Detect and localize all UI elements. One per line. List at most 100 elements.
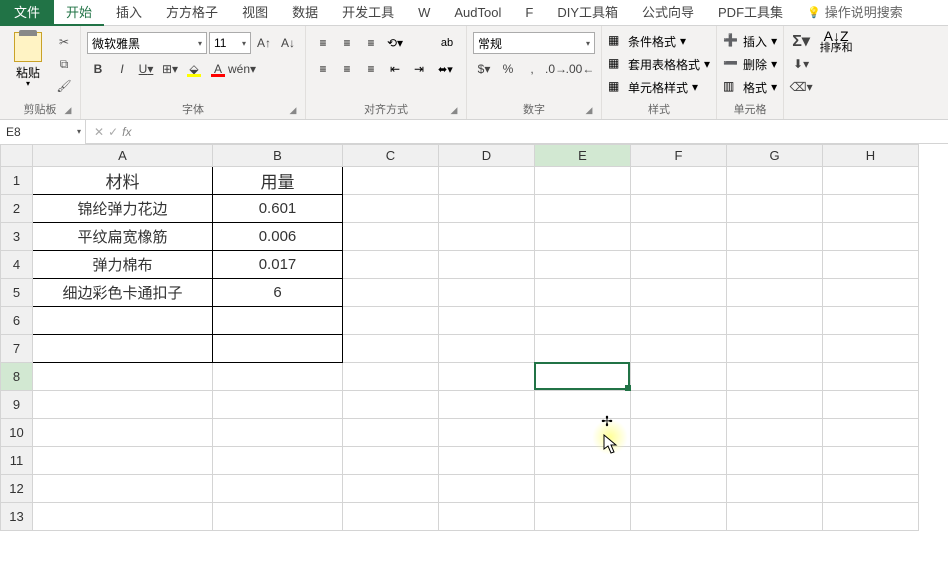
borders-button[interactable]: ⊞▾ [159,58,181,80]
cell-C5[interactable] [343,279,439,307]
cell-B6[interactable] [213,307,343,335]
cell-A1[interactable]: 材料 [33,167,213,195]
column-header-B[interactable]: B [213,145,343,167]
cell-H2[interactable] [823,195,919,223]
name-box[interactable]: E8▾ [0,120,86,144]
row-header-7[interactable]: 7 [1,335,33,363]
cell-D4[interactable] [439,251,535,279]
cell-F4[interactable] [631,251,727,279]
tab-audtool[interactable]: AudTool [442,0,513,26]
decrease-decimal-button[interactable]: .00← [569,58,591,80]
paste-button[interactable]: 粘贴 ▾ [6,28,50,88]
column-header-D[interactable]: D [439,145,535,167]
delete-cells-button[interactable]: ➖删除 ▾ [723,53,777,75]
tab-f[interactable]: F [513,0,545,26]
cell-F12[interactable] [631,475,727,503]
cell-F13[interactable] [631,503,727,531]
dialog-launcher-icon[interactable]: ◢ [583,105,595,117]
tab-developer[interactable]: 开发工具 [330,0,406,26]
cell-A3[interactable]: 平纹扁宽橡筋 [33,223,213,251]
cell-C1[interactable] [343,167,439,195]
cell-H10[interactable] [823,419,919,447]
cell-A6[interactable] [33,307,213,335]
cancel-formula-button[interactable]: ✕ [94,125,104,139]
tab-view[interactable]: 视图 [230,0,280,26]
tell-me[interactable]: 操作说明搜索 [795,0,915,26]
tab-data[interactable]: 数据 [280,0,330,26]
dialog-launcher-icon[interactable]: ◢ [287,105,299,117]
cell-B4[interactable]: 0.017 [213,251,343,279]
align-left-button[interactable]: ≡ [312,58,334,80]
row-header-2[interactable]: 2 [1,195,33,223]
tab-fangfanggezi[interactable]: 方方格子 [154,0,230,26]
column-header-F[interactable]: F [631,145,727,167]
cell-D5[interactable] [439,279,535,307]
tab-diy[interactable]: DIY工具箱 [545,0,630,26]
tab-formula-guide[interactable]: 公式向导 [630,0,706,26]
cell-C6[interactable] [343,307,439,335]
increase-indent-button[interactable]: ⇥ [408,58,430,80]
cell-G11[interactable] [727,447,823,475]
cell-A7[interactable] [33,335,213,363]
cell-A9[interactable] [33,391,213,419]
cell-D7[interactable] [439,335,535,363]
orientation-button[interactable]: ⟲▾ [384,32,406,54]
row-header-9[interactable]: 9 [1,391,33,419]
sort-filter-button[interactable]: A↓Z 排序和 [816,28,856,54]
fx-icon[interactable]: fx [122,125,131,139]
cell-E7[interactable] [535,335,631,363]
insert-cells-button[interactable]: ➕插入 ▾ [723,30,777,52]
cell-C2[interactable] [343,195,439,223]
cell-H3[interactable] [823,223,919,251]
cell-H4[interactable] [823,251,919,279]
cell-A10[interactable] [33,419,213,447]
row-header-5[interactable]: 5 [1,279,33,307]
row-header-10[interactable]: 10 [1,419,33,447]
increase-decimal-button[interactable]: .0→ [545,58,567,80]
font-name-combo[interactable]: 微软雅黑▾ [87,32,207,54]
cell-E10[interactable] [535,419,631,447]
cut-button[interactable]: ✂ [54,32,74,52]
formula-input[interactable] [139,121,948,143]
column-header-G[interactable]: G [727,145,823,167]
number-format-combo[interactable]: 常规▾ [473,32,595,54]
cell-H8[interactable] [823,363,919,391]
cell-G9[interactable] [727,391,823,419]
cell-E3[interactable] [535,223,631,251]
cell-F8[interactable] [631,363,727,391]
cell-G13[interactable] [727,503,823,531]
enter-formula-button[interactable]: ✓ [108,125,118,139]
conditional-formatting-button[interactable]: ▦条件格式 ▾ [608,30,710,52]
cell-D8[interactable] [439,363,535,391]
bold-button[interactable]: B [87,58,109,80]
cell-B12[interactable] [213,475,343,503]
cell-G6[interactable] [727,307,823,335]
cell-D12[interactable] [439,475,535,503]
cell-E9[interactable] [535,391,631,419]
cell-D6[interactable] [439,307,535,335]
cell-E8[interactable] [535,363,631,391]
cell-A13[interactable] [33,503,213,531]
percent-button[interactable]: % [497,58,519,80]
align-right-button[interactable]: ≡ [360,58,382,80]
tab-pdf[interactable]: PDF工具集 [706,0,795,26]
tab-insert[interactable]: 插入 [104,0,154,26]
cell-H9[interactable] [823,391,919,419]
comma-button[interactable]: , [521,58,543,80]
cell-G8[interactable] [727,363,823,391]
row-header-4[interactable]: 4 [1,251,33,279]
cell-C3[interactable] [343,223,439,251]
cell-C7[interactable] [343,335,439,363]
cell-F3[interactable] [631,223,727,251]
row-header-12[interactable]: 12 [1,475,33,503]
autosum-button[interactable]: Σ▾ [790,30,812,52]
cell-A4[interactable]: 弹力棉布 [33,251,213,279]
cell-C11[interactable] [343,447,439,475]
cell-G10[interactable] [727,419,823,447]
format-cells-button[interactable]: ▥格式 ▾ [723,76,777,98]
dialog-launcher-icon[interactable]: ◢ [62,105,74,117]
cell-C8[interactable] [343,363,439,391]
cell-A12[interactable] [33,475,213,503]
cell-C12[interactable] [343,475,439,503]
cell-H12[interactable] [823,475,919,503]
